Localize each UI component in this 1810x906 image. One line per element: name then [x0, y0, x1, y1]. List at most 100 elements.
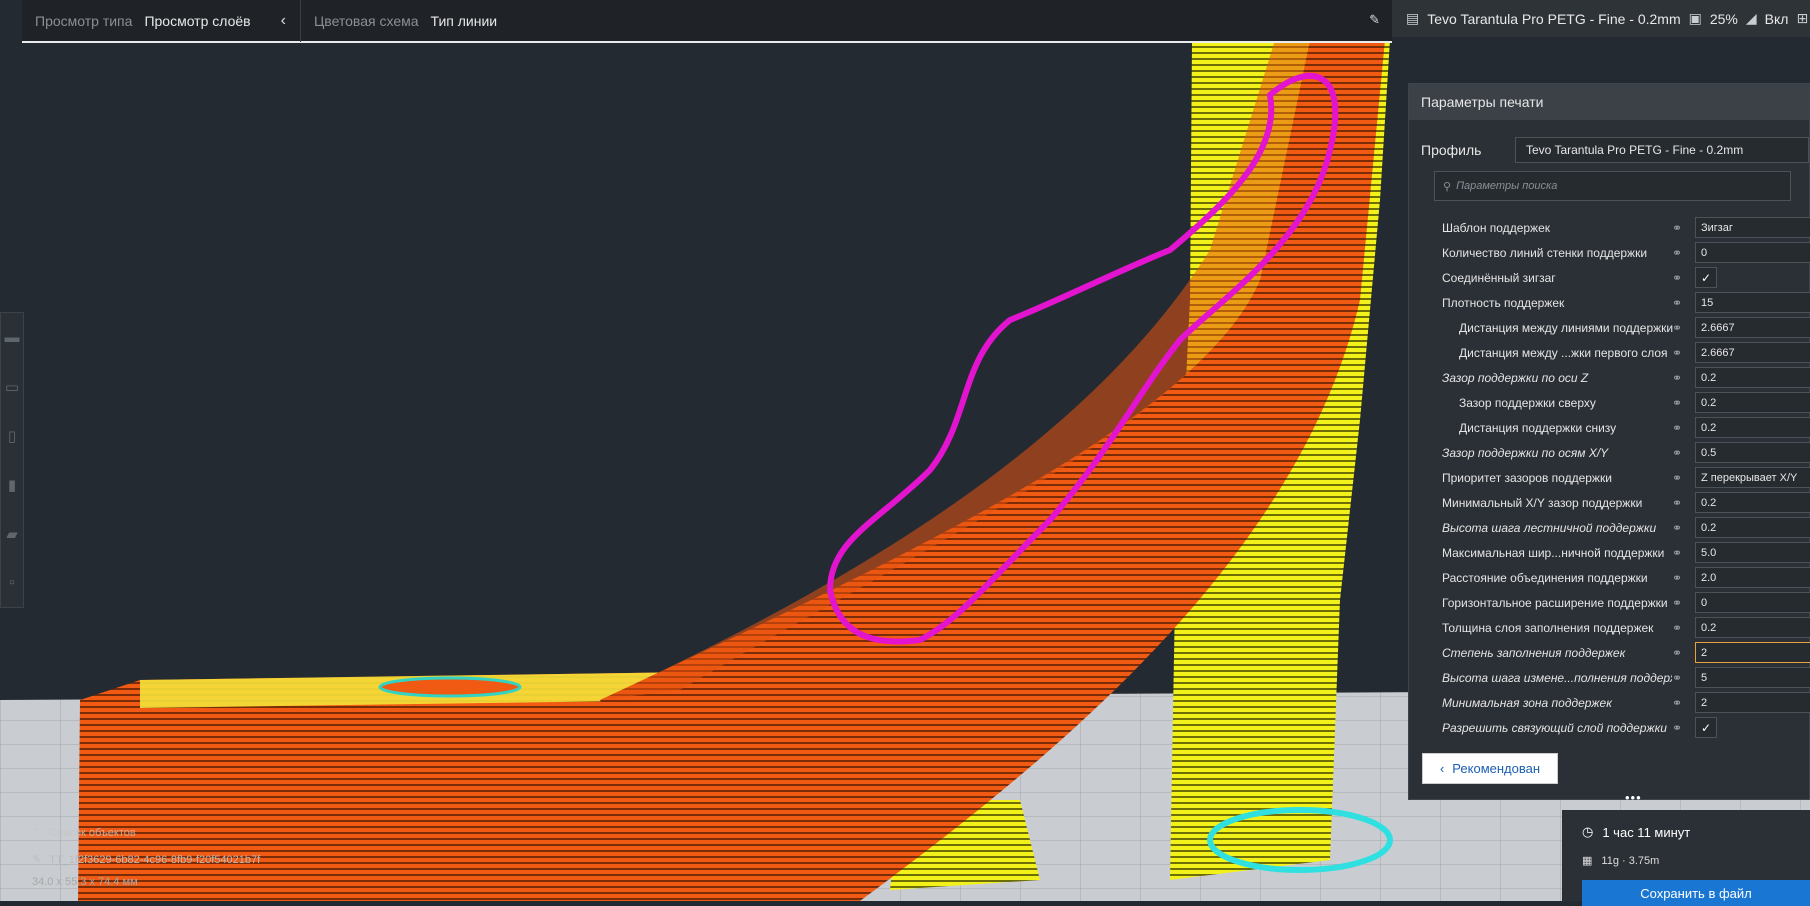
- pencil-icon[interactable]: ✎: [1369, 12, 1380, 28]
- setting-name: Дистанция между ...жки первого слоя: [1459, 345, 1668, 360]
- link-icon[interactable]: ⚭: [1672, 521, 1682, 535]
- link-icon[interactable]: ⚭: [1672, 621, 1682, 635]
- settings-list: Шаблон поддержек ⚭ Зигзаг Количество линий …: [1409, 215, 1810, 740]
- setting-row: Максимальная шир...ничной поддержки ⚭ 5.0: [1409, 540, 1810, 565]
- print-settings-panel: Параметры печати Профиль Tevo Tarantula …: [1408, 83, 1810, 800]
- rotate-tool-icon[interactable]: ▯: [1, 411, 23, 460]
- tool-strip: ▬ ▭ ▯ ▮ ▰ ▫: [0, 312, 24, 608]
- setting-input[interactable]: 15: [1695, 292, 1810, 313]
- setting-input[interactable]: 2.0: [1695, 567, 1810, 588]
- setting-input[interactable]: 0: [1695, 592, 1810, 613]
- setting-name: Дистанция поддержки снизу: [1459, 420, 1617, 435]
- scale-tool-icon[interactable]: ▭: [1, 362, 23, 411]
- setting-row: Степень заполнения поддержек ⚭ 2: [1409, 640, 1810, 665]
- save-to-file-button[interactable]: Сохранить в файл: [1582, 880, 1810, 906]
- setting-input[interactable]: 0.5: [1695, 442, 1810, 463]
- setting-input[interactable]: 5.0: [1695, 542, 1810, 563]
- link-icon[interactable]: ⚭: [1672, 246, 1682, 260]
- setting-input[interactable]: 2.6667: [1695, 317, 1810, 338]
- link-icon[interactable]: ⚭: [1672, 446, 1682, 460]
- setting-input[interactable]: 2: [1695, 642, 1810, 663]
- link-icon[interactable]: ⚭: [1672, 721, 1682, 735]
- setting-name: Толщина слоя заполнения поддержек: [1442, 620, 1654, 635]
- object-list-header: Список объектов: [49, 826, 136, 839]
- recommended-button[interactable]: ‹ Рекомендован: [1422, 753, 1558, 784]
- setting-input[interactable]: 0.2: [1695, 517, 1810, 538]
- setting-row: Зазор поддержки по оси Z ⚭ 0.2: [1409, 365, 1810, 390]
- setting-row: Минимальная зона поддержек ⚭ 2: [1409, 690, 1810, 715]
- setting-input[interactable]: 0.2: [1695, 617, 1810, 638]
- setting-select[interactable]: Z перекрывает X/Y: [1695, 467, 1810, 488]
- panel-title: Параметры печати: [1409, 84, 1809, 120]
- setting-row: Приоритет зазоров поддержки ⚭ Z перекрывае…: [1409, 465, 1810, 490]
- setting-input[interactable]: 2.6667: [1695, 342, 1810, 363]
- support-value[interactable]: Вкл: [1765, 11, 1789, 27]
- search-placeholder: Параметры поиска: [1456, 180, 1558, 192]
- link-icon[interactable]: ⚭: [1672, 371, 1682, 385]
- infill-value[interactable]: 25%: [1710, 11, 1738, 27]
- printer-bar[interactable]: ▤ Tevo Tarantula Pro PETG - Fine - 0.2mm…: [1392, 0, 1810, 37]
- setting-input[interactable]: 2: [1695, 692, 1810, 713]
- setting-name: Количество линий стенки поддержки: [1442, 245, 1648, 260]
- link-icon[interactable]: ⚭: [1672, 596, 1682, 610]
- setting-name: Высота шага измене...полнения поддержек: [1442, 670, 1672, 685]
- setting-input[interactable]: 0.2: [1695, 392, 1810, 413]
- link-icon[interactable]: ⚭: [1672, 271, 1682, 285]
- setting-input[interactable]: 0.2: [1695, 417, 1810, 438]
- link-icon[interactable]: ⚭: [1672, 221, 1682, 235]
- setting-checkbox[interactable]: ✓: [1695, 717, 1717, 738]
- move-tool-icon[interactable]: ▬: [1, 313, 23, 362]
- link-icon[interactable]: ⚭: [1672, 471, 1682, 485]
- setting-input[interactable]: 0: [1695, 242, 1810, 263]
- object-file-name: TT_1f2f3629-6b82-4c96-8fb9-f20f54021b7f: [49, 853, 261, 866]
- link-icon[interactable]: ⚭: [1672, 671, 1682, 685]
- object-list: ⌃ Список объектов ✎ TT_1f2f3629-6b82-4c9…: [32, 826, 261, 889]
- mirror-tool-icon[interactable]: ▮: [1, 460, 23, 509]
- printer-name[interactable]: Tevo Tarantula Pro PETG - Fine - 0.2mm: [1427, 11, 1680, 27]
- setting-checkbox[interactable]: ✓: [1695, 267, 1717, 288]
- chevron-left-icon: ‹: [1439, 761, 1445, 776]
- link-icon[interactable]: ⚭: [1672, 346, 1682, 360]
- link-icon[interactable]: ⚭: [1672, 396, 1682, 410]
- link-icon[interactable]: ⚭: [1672, 571, 1682, 585]
- link-icon[interactable]: ⚭: [1672, 421, 1682, 435]
- object-list-toggle[interactable]: ⌃ Список объектов: [32, 826, 260, 840]
- setting-input[interactable]: 5: [1695, 667, 1810, 688]
- link-icon[interactable]: ⚭: [1672, 646, 1682, 660]
- setting-name: Максимальная шир...ничной поддержки: [1442, 545, 1665, 560]
- color-scheme-label: Цветовая схема: [313, 12, 419, 29]
- infill-icon: ▣: [1688, 10, 1702, 26]
- setting-input[interactable]: 0.2: [1695, 492, 1810, 513]
- per-model-tool-icon[interactable]: ▰: [1, 509, 23, 558]
- print-time: 1 час 11 минут: [1602, 824, 1691, 840]
- setting-row: Горизонтальное расширение поддержки ⚭ 0: [1409, 590, 1810, 615]
- object-dimensions: 34.0 x 55.3 x 74.4 мм: [32, 876, 138, 888]
- setting-select[interactable]: Зигзаг: [1695, 217, 1810, 238]
- color-scheme-select[interactable]: Тип линии: [431, 13, 498, 29]
- setting-row: Высота шага лестничной поддержки ⚭ 0.2: [1409, 515, 1810, 540]
- link-icon[interactable]: ⚭: [1672, 496, 1682, 510]
- setting-name: Соединённый зигзаг: [1442, 270, 1556, 285]
- panel-resize-handle[interactable]: •••: [1625, 790, 1642, 805]
- recommended-label: Рекомендован: [1452, 761, 1541, 776]
- setting-name: Зазор поддержки сверху: [1459, 395, 1596, 410]
- setting-row: Минимальный X/Y зазор поддержки ⚭ 0.2: [1409, 490, 1810, 515]
- support-blocker-icon[interactable]: ▫: [1, 558, 23, 607]
- link-icon[interactable]: ⚭: [1672, 296, 1682, 310]
- support-icon: ◢: [1745, 10, 1757, 26]
- link-icon[interactable]: ⚭: [1672, 321, 1682, 335]
- setting-row: Количество линий стенки поддержки ⚭ 0: [1409, 240, 1810, 265]
- settings-search-input[interactable]: ⚲ Параметры поиска: [1434, 171, 1791, 201]
- view-type-select[interactable]: Просмотр слоёв: [144, 13, 250, 29]
- link-icon[interactable]: ⚭: [1672, 546, 1682, 560]
- setting-name: Зазор поддержки по оси Z: [1442, 370, 1589, 385]
- link-icon[interactable]: ⚭: [1672, 696, 1682, 710]
- setting-input[interactable]: 0.2: [1695, 367, 1810, 388]
- setting-name: Шаблон поддержек: [1442, 220, 1550, 235]
- setting-name: Расстояние объединения поддержки: [1442, 570, 1648, 585]
- profile-select[interactable]: Tevo Tarantula Pro PETG - Fine - 0.2mm: [1515, 137, 1809, 163]
- pencil-icon[interactable]: ✎: [32, 853, 41, 866]
- setting-row: Дистанция между ...жки первого слоя ⚭ 2.66…: [1409, 340, 1810, 365]
- chevron-left-icon[interactable]: ‹: [281, 12, 286, 30]
- setting-row: Расстояние объединения поддержки ⚭ 2.0: [1409, 565, 1810, 590]
